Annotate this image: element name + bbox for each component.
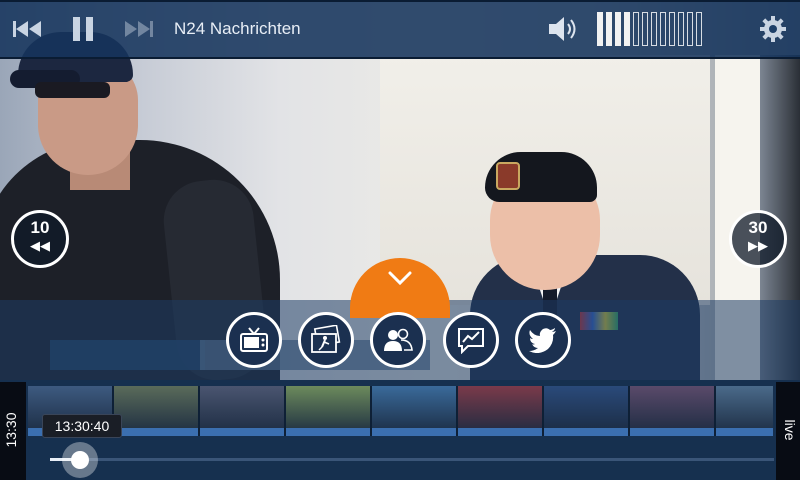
- volume-segment[interactable]: [651, 12, 657, 46]
- rewind-icon: ◀◀: [30, 238, 50, 253]
- volume-segment[interactable]: [597, 12, 603, 46]
- thumbnail-strip[interactable]: [28, 386, 773, 436]
- volume-segment[interactable]: [678, 12, 684, 46]
- timeline-thumbnail[interactable]: [200, 386, 284, 436]
- skip-previous-icon[interactable]: [12, 12, 44, 46]
- timeline-thumbnail[interactable]: [372, 386, 456, 436]
- video-person-left-sunglasses: [35, 82, 110, 98]
- thumbnail-ticker: [544, 428, 628, 436]
- thumbnail-ticker: [286, 428, 370, 436]
- timeline-thumbnail[interactable]: [630, 386, 714, 436]
- timeline-start-time: 13:30: [3, 412, 19, 448]
- thumbnail-ticker: [200, 428, 284, 436]
- twitter-button[interactable]: [515, 312, 571, 368]
- skip-next-icon[interactable]: [122, 12, 154, 46]
- seek-track[interactable]: [50, 458, 774, 461]
- forward-30-button[interactable]: 30 ▶▶: [729, 210, 787, 268]
- timeline-thumbnail[interactable]: [544, 386, 628, 436]
- volume-segment[interactable]: [669, 12, 675, 46]
- rewind-10-button[interactable]: 10 ◀◀: [11, 210, 69, 268]
- gear-icon[interactable]: [757, 12, 789, 46]
- chevron-down-icon: [388, 271, 412, 285]
- tv-button[interactable]: [226, 312, 282, 368]
- volume-meter[interactable]: [597, 12, 702, 46]
- rewind-seconds-label: 10: [30, 218, 50, 237]
- speaker-icon[interactable]: [546, 12, 580, 46]
- twitter-icon: [529, 328, 556, 353]
- chat-chart-icon: [458, 328, 484, 354]
- volume-segment[interactable]: [624, 12, 630, 46]
- volume-segment[interactable]: [642, 12, 648, 46]
- community-button[interactable]: [370, 312, 426, 368]
- thumbnail-ticker: [372, 428, 456, 436]
- volume-segment[interactable]: [696, 12, 702, 46]
- live-label[interactable]: live: [778, 405, 798, 455]
- timeline-thumbnail[interactable]: [114, 386, 198, 436]
- forward-seconds-label: 30: [748, 218, 768, 237]
- thumbnail-ticker: [630, 428, 714, 436]
- channel-title: N24 Nachrichten: [174, 19, 301, 38]
- tv-icon: [240, 327, 268, 352]
- fast-forward-icon: ▶▶: [748, 238, 768, 253]
- photo-gallery-icon: [311, 325, 341, 353]
- photo-gallery-button[interactable]: [298, 312, 354, 368]
- video-person-right-beret-flash: [496, 162, 520, 190]
- seek-handle[interactable]: [71, 451, 89, 469]
- thumbnail-ticker: [458, 428, 542, 436]
- volume-segment[interactable]: [615, 12, 621, 46]
- volume-segment[interactable]: [687, 12, 693, 46]
- volume-segment[interactable]: [660, 12, 666, 46]
- timeline-thumbnail[interactable]: [286, 386, 370, 436]
- thumbnail-ticker: [716, 428, 773, 436]
- comments-button[interactable]: [443, 312, 499, 368]
- volume-segment[interactable]: [606, 12, 612, 46]
- thumbnail-ticker: [114, 428, 198, 436]
- timeline-thumbnail[interactable]: [716, 386, 773, 436]
- timeline-thumbnail[interactable]: [458, 386, 542, 436]
- top-bar: N24 Nachrichten: [0, 0, 800, 59]
- people-icon: [384, 328, 413, 351]
- pause-icon[interactable]: [68, 12, 98, 46]
- volume-segment[interactable]: [633, 12, 639, 46]
- current-time-tooltip: 13:30:40: [42, 414, 122, 438]
